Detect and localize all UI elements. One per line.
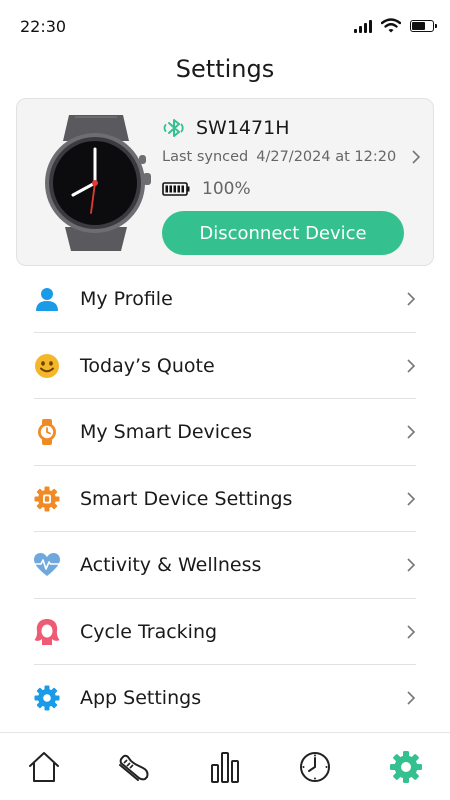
menu-item-cycle-tracking[interactable]: Cycle Tracking xyxy=(0,599,450,665)
menu-item-smart-device-settings[interactable]: Smart Device Settings xyxy=(0,466,450,532)
wifi-icon xyxy=(381,18,401,33)
menu-label: My Smart Devices xyxy=(80,421,253,444)
menu-label: Activity & Wellness xyxy=(80,554,262,577)
cycle-icon xyxy=(33,618,61,646)
menu-item-my-smart-devices[interactable]: My Smart Devices xyxy=(0,399,450,466)
bar-chart-icon xyxy=(211,752,239,783)
status-bar: 22:30 xyxy=(0,0,450,52)
device-name: SW1471H xyxy=(196,117,290,139)
status-time: 22:30 xyxy=(20,17,67,36)
home-icon xyxy=(29,752,59,782)
battery-icon xyxy=(410,19,437,32)
menu-label: My Profile xyxy=(80,288,173,311)
heart-pulse-icon xyxy=(33,551,61,579)
chevron-right-icon xyxy=(407,425,416,439)
watch-icon xyxy=(33,418,61,446)
device-gear-icon xyxy=(33,485,61,513)
smartwatch-image xyxy=(45,115,151,251)
smiley-icon xyxy=(33,352,61,380)
sync-date: 4/27/2024 at 12:20 xyxy=(256,149,397,165)
settings-gear-icon xyxy=(33,684,61,712)
page-title: Settings xyxy=(175,55,275,83)
nav-stats[interactable] xyxy=(205,747,245,787)
menu-label: Today’s Quote xyxy=(80,354,215,377)
device-name-row: SW1471H xyxy=(162,115,290,141)
bottom-nav xyxy=(0,732,450,800)
battery-row: 100% xyxy=(162,179,251,199)
chevron-right-icon xyxy=(407,492,416,506)
nav-activity[interactable] xyxy=(114,747,154,787)
menu-item-todays-quote[interactable]: Today’s Quote xyxy=(0,333,450,399)
menu-item-my-profile[interactable]: My Profile xyxy=(0,266,450,333)
shoe-icon xyxy=(119,754,149,781)
bluetooth-icon xyxy=(163,119,184,137)
settings-menu: My Profile Today’s Quote My Smart Device… xyxy=(0,266,450,732)
status-icons xyxy=(354,18,437,33)
nav-history[interactable] xyxy=(295,747,335,787)
device-battery-icon xyxy=(162,182,190,196)
menu-label: App Settings xyxy=(80,687,202,710)
chevron-right-icon xyxy=(407,558,416,572)
battery-percent: 100% xyxy=(202,179,251,199)
sync-status[interactable]: Last synced 4/27/2024 at 12:20 xyxy=(162,149,396,165)
clock-icon xyxy=(300,752,330,782)
gear-icon xyxy=(390,751,422,783)
menu-label: Smart Device Settings xyxy=(80,487,293,510)
menu-item-app-settings[interactable]: App Settings xyxy=(0,665,450,732)
disconnect-device-button[interactable]: Disconnect Device xyxy=(162,211,404,255)
menu-label: Cycle Tracking xyxy=(80,620,218,643)
profile-icon xyxy=(33,285,61,313)
chevron-right-icon[interactable] xyxy=(411,150,421,164)
chevron-right-icon xyxy=(407,292,416,306)
menu-item-activity-wellness[interactable]: Activity & Wellness xyxy=(0,532,450,599)
nav-home[interactable] xyxy=(24,747,64,787)
chevron-right-icon xyxy=(407,359,416,373)
signal-icon xyxy=(354,19,372,33)
chevron-right-icon xyxy=(407,691,416,705)
chevron-right-icon xyxy=(407,625,416,639)
sync-label: Last synced xyxy=(162,149,249,165)
device-card: SW1471H Last synced 4/27/2024 at 12:20 10… xyxy=(16,98,434,266)
nav-settings[interactable] xyxy=(386,747,426,787)
